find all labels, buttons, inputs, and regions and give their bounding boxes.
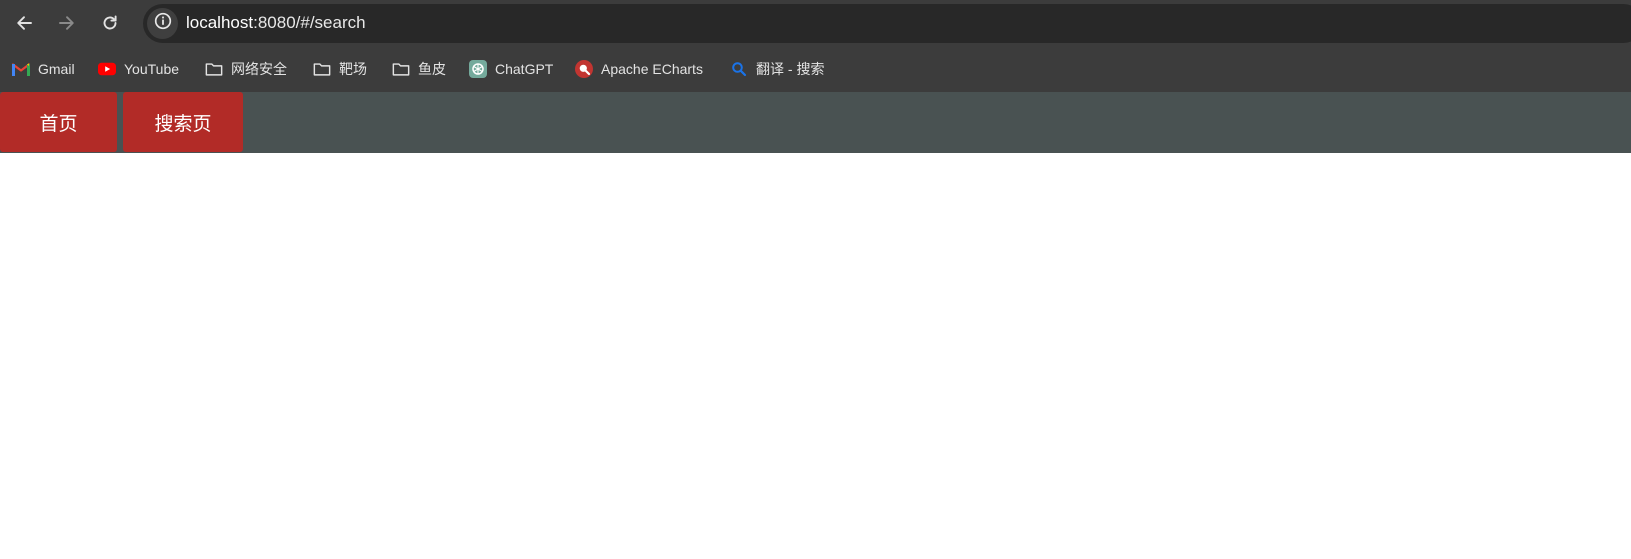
folder-icon — [392, 60, 410, 78]
bookmark-echarts[interactable]: Apache ECharts — [575, 58, 703, 80]
bookmark-chatgpt[interactable]: ChatGPT — [469, 58, 553, 80]
gmail-icon — [12, 60, 30, 78]
nav-tab-label: 搜索页 — [154, 113, 212, 135]
nav-tab-search[interactable]: 搜索页 — [123, 92, 243, 152]
app-nav-bar: 首页 搜索页 — [0, 92, 1631, 153]
nav-tab-label: 首页 — [39, 113, 78, 135]
bookmark-label: 鱼皮 — [418, 61, 446, 77]
bookmark-label: Apache ECharts — [601, 61, 703, 77]
bookmark-label: YouTube — [124, 61, 180, 77]
bookmark-label: Gmail — [38, 61, 75, 77]
bookmark-label: 翻译 - 搜索 — [756, 61, 825, 77]
forward-arrow-icon — [58, 14, 76, 32]
url-host: localhost — [186, 13, 254, 32]
bookmark-folder-security[interactable]: 网络安全 — [205, 58, 287, 80]
back-arrow-icon — [15, 14, 33, 32]
bookmark-youtube[interactable]: YouTube — [98, 58, 179, 80]
bookmark-gmail[interactable]: Gmail — [12, 58, 75, 80]
bookmark-label: ChatGPT — [495, 61, 554, 77]
address-bar[interactable]: localhost:8080/#/search — [143, 4, 1631, 43]
nav-tab-home[interactable]: 首页 — [0, 92, 117, 152]
browser-toolbar: localhost:8080/#/search — [0, 0, 1631, 46]
reload-button[interactable] — [94, 7, 126, 39]
bookmarks-bar: Gmail YouTube 网络安全 靶场 鱼皮 ChatGPT Apache … — [0, 46, 1631, 92]
bookmark-label: 网络安全 — [231, 61, 287, 77]
bookmark-folder-yupi[interactable]: 鱼皮 — [392, 58, 446, 80]
url-path: :8080/#/search — [253, 13, 366, 32]
folder-icon — [313, 60, 331, 78]
page-content — [0, 153, 1631, 559]
echarts-icon — [575, 60, 593, 78]
bookmark-label: 靶场 — [339, 61, 367, 77]
reload-icon — [101, 14, 119, 32]
youtube-icon — [98, 60, 116, 78]
bookmark-folder-range[interactable]: 靶场 — [313, 58, 367, 80]
url-text[interactable]: localhost:8080/#/search — [186, 13, 366, 33]
forward-button[interactable] — [51, 7, 83, 39]
chatgpt-icon — [469, 60, 487, 78]
site-info-button[interactable] — [147, 8, 178, 39]
site-info-icon — [154, 12, 172, 35]
back-button[interactable] — [8, 7, 40, 39]
bookmark-translate-search[interactable]: 翻译 - 搜索 — [730, 58, 824, 80]
folder-icon — [205, 60, 223, 78]
search-icon — [730, 60, 748, 78]
